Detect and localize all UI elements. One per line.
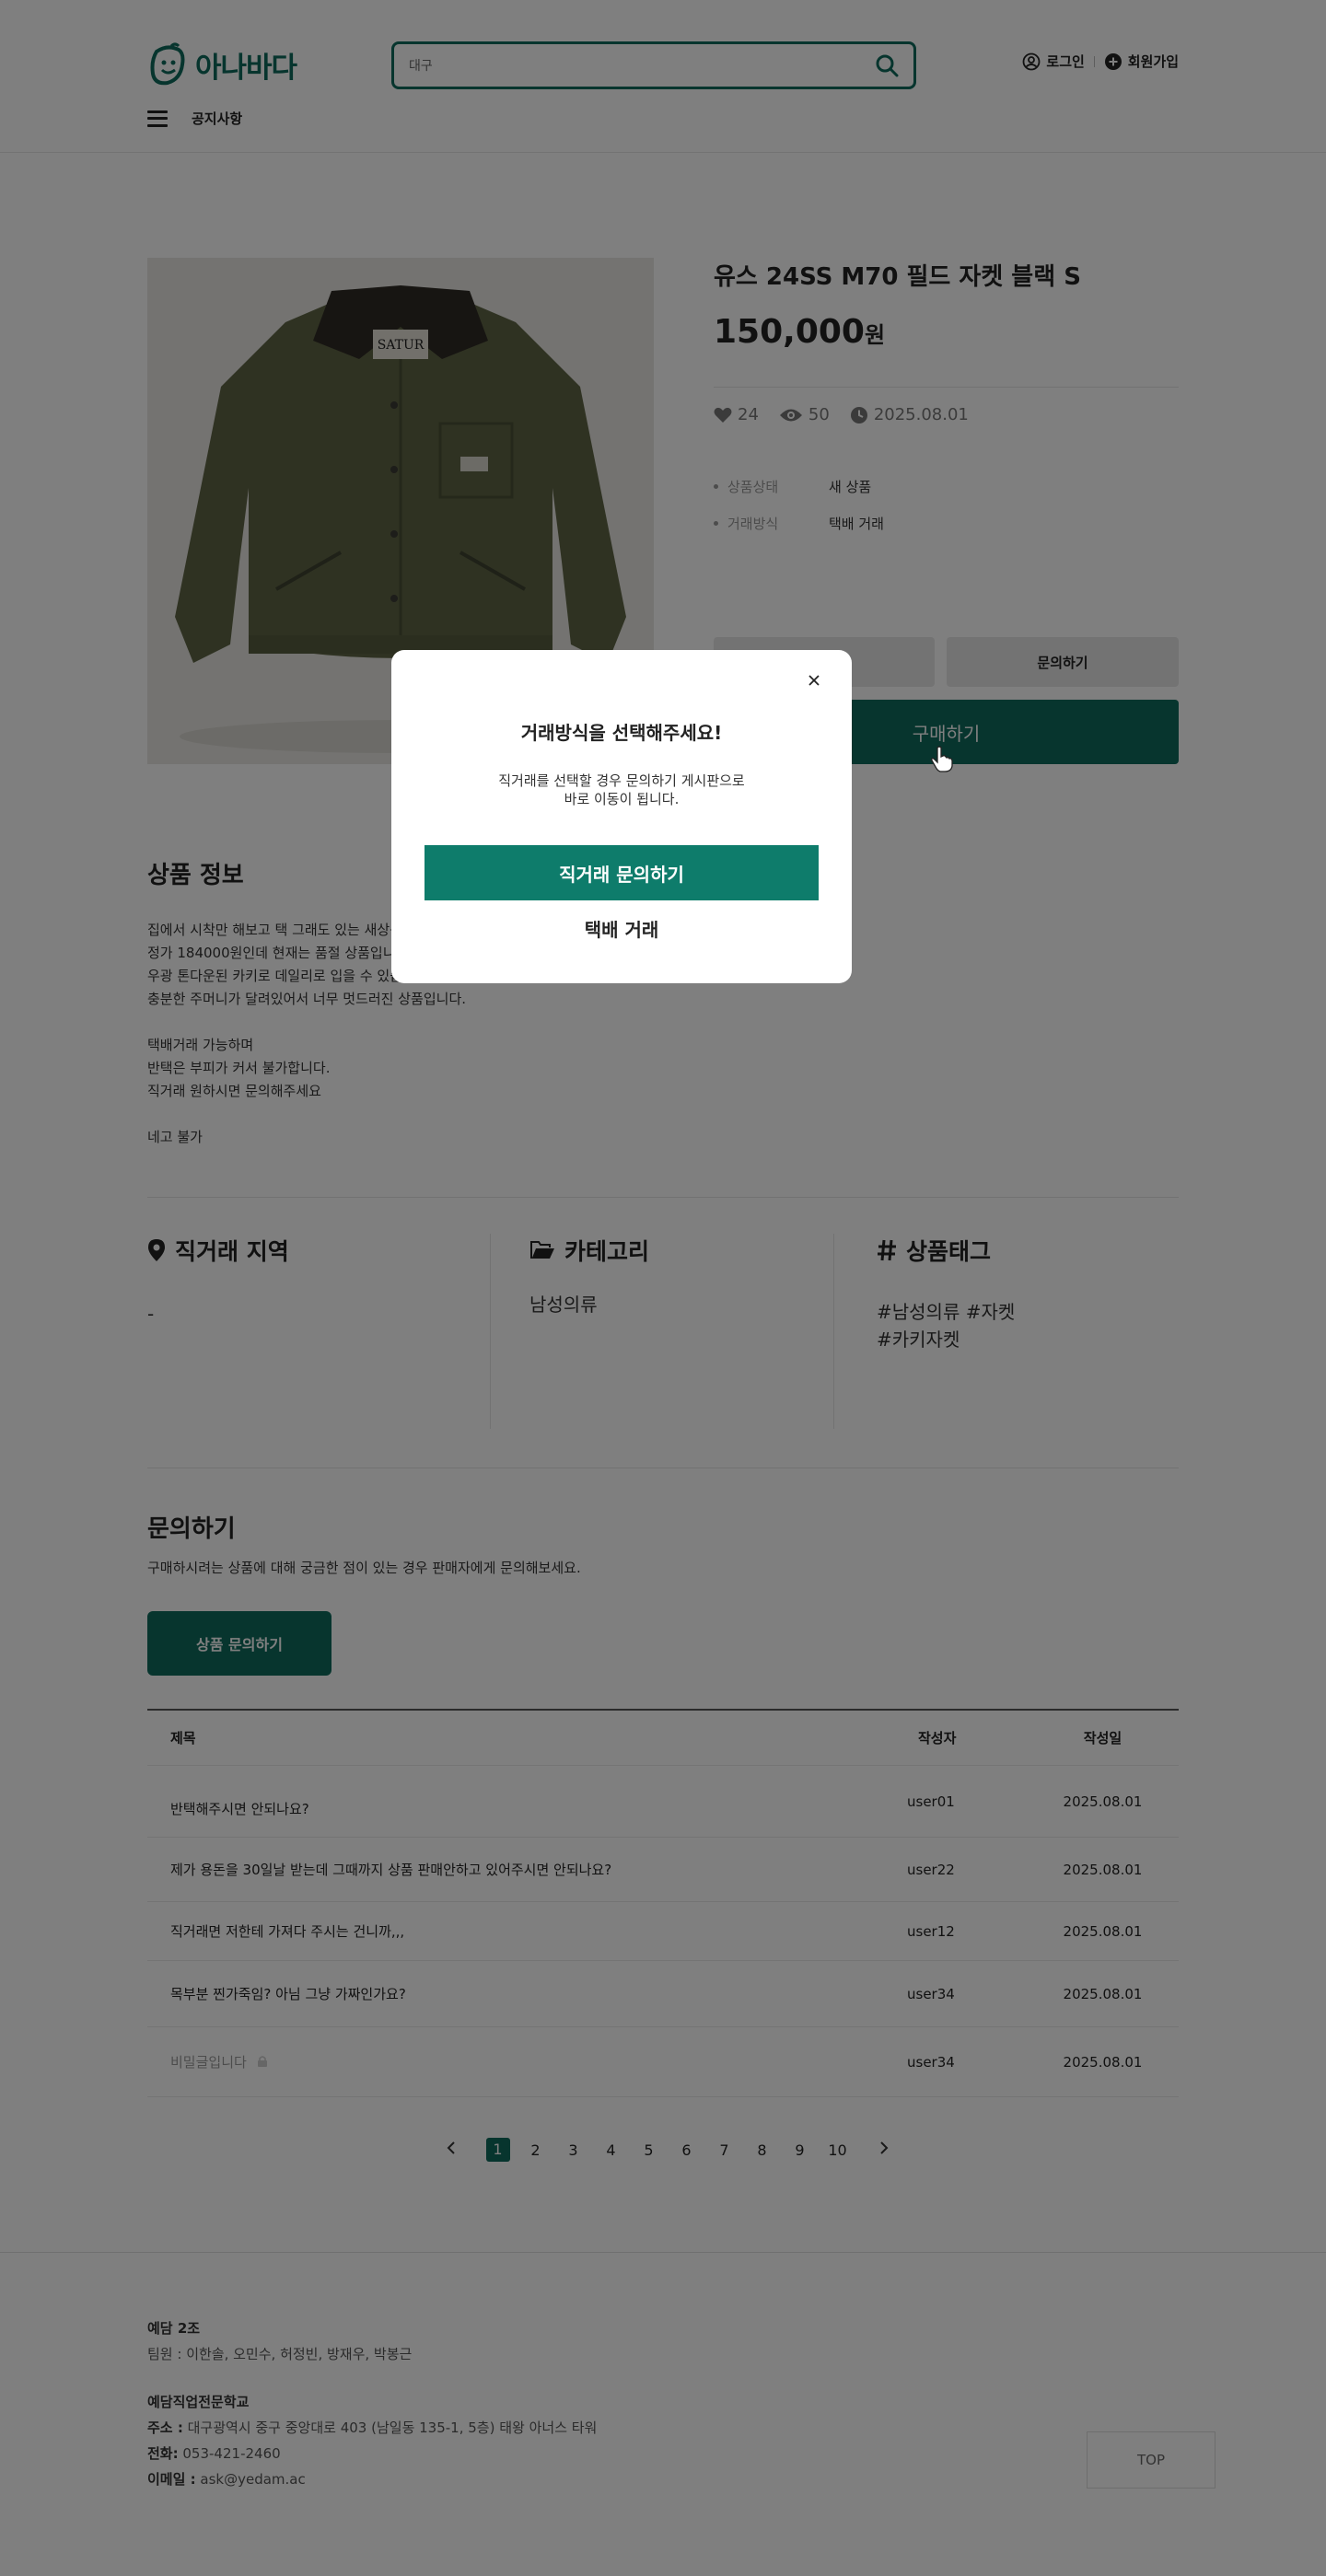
hand-cursor-icon <box>931 746 953 772</box>
modal-overlay[interactable] <box>0 0 1326 2576</box>
modal-title: 거래방식을 선택해주세요! <box>520 722 723 744</box>
direct-trade-button[interactable]: 직거래 문의하기 <box>425 845 819 900</box>
delivery-trade-button[interactable]: 택배 거래 <box>391 915 852 942</box>
modal-description: 직거래를 선택할 경우 문의하기 게시판으로 바로 이동이 됩니다. <box>498 772 745 807</box>
trade-method-modal: 거래방식을 선택해주세요! 직거래를 선택할 경우 문의하기 게시판으로 바로 … <box>391 650 852 983</box>
close-icon[interactable] <box>804 670 824 690</box>
